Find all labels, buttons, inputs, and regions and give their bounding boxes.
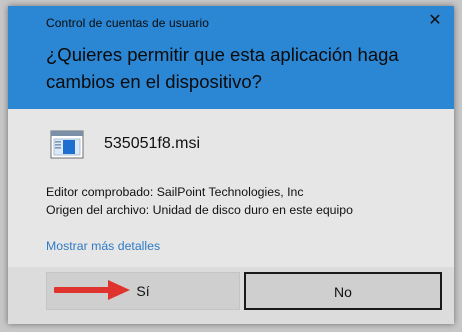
dialog-header: Control de cuentas de usuario ✕ ¿Quieres… — [8, 6, 454, 109]
permission-question: ¿Quieres permitir que esta aplicación ha… — [46, 44, 399, 92]
publisher-line: Editor comprobado: SailPoint Technologie… — [46, 185, 304, 199]
annotation-arrow-icon — [54, 280, 130, 300]
no-button[interactable]: No — [244, 272, 442, 310]
installer-icon — [50, 130, 84, 159]
show-more-details-link[interactable]: Mostrar más detalles — [46, 239, 160, 253]
uac-dialog: Control de cuentas de usuario ✕ ¿Quieres… — [8, 6, 454, 324]
origin-line: Origen del archivo: Unidad de disco duro… — [46, 203, 353, 217]
publisher-info: Editor comprobado: SailPoint Technologie… — [46, 183, 353, 219]
close-button[interactable]: ✕ — [424, 11, 446, 31]
app-file-name: 535051f8.msi — [104, 135, 201, 152]
window-title: Control de cuentas de usuario — [46, 16, 210, 30]
close-icon: ✕ — [428, 12, 442, 29]
